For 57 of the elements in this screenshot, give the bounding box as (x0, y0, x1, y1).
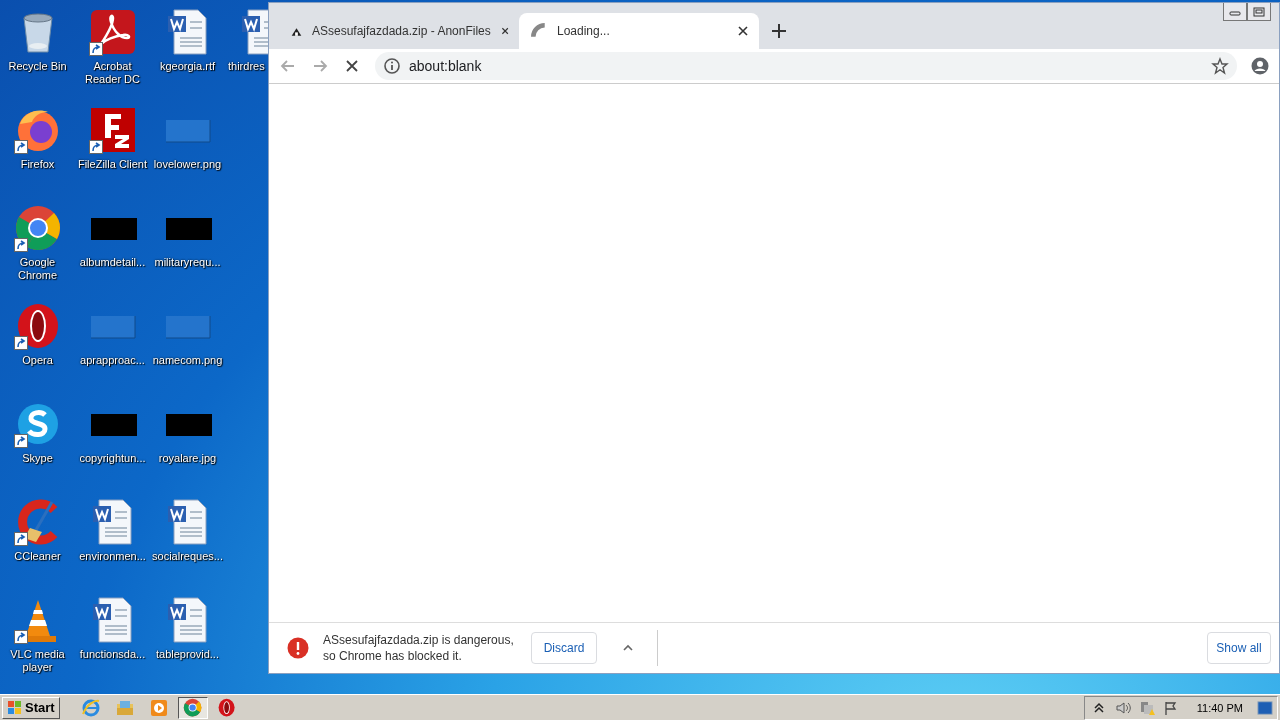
taskbar-app-button[interactable] (177, 696, 208, 719)
close-icon[interactable] (500, 25, 509, 37)
desktop-icon-label: Firefox (19, 158, 56, 171)
desktop-icon-label: aprapproac... (79, 354, 146, 367)
volume-icon[interactable] (1114, 699, 1131, 716)
shortcut-arrow-icon (13, 140, 28, 154)
shortcut-arrow-icon (88, 140, 103, 154)
close-icon[interactable] (737, 25, 749, 37)
desktop-icon-label: lovelower.png (152, 158, 223, 171)
desktop-icon-label: albumdetail... (78, 256, 147, 269)
browser-tab[interactable]: Loading... (519, 13, 759, 49)
desktop-icon-label: VLC media player (9, 648, 66, 674)
shortcut-arrow-icon (88, 42, 103, 56)
desktop-icon-label: Opera (21, 354, 54, 367)
shortcut-arrow-icon (13, 434, 28, 448)
shortcut-arrow-icon (13, 630, 28, 644)
show-desktop-icon[interactable] (1257, 699, 1273, 716)
address-bar[interactable]: about:blank (375, 52, 1237, 80)
error-icon (287, 637, 309, 659)
browser-tab[interactable]: ASsesufajfazdada.zip - AnonFiles (279, 13, 519, 49)
shortcut-arrow-icon (13, 238, 28, 252)
shortcut-arrow-icon (13, 532, 28, 546)
desktop-icon-label: kgeorgia.rtf (159, 60, 216, 73)
profile-avatar-icon[interactable] (1251, 57, 1269, 75)
desktop-icon-label: thirdres (228, 60, 265, 73)
desktop-icon-label: environmen... (78, 550, 147, 563)
desktop-icon-label: socialreques... (151, 550, 224, 563)
desktop-icon-label: namecom.png (151, 354, 224, 367)
download-warning-text: ASsesufajfazdada.zip is dangerous, so Chrome has blocked it. (323, 632, 515, 664)
app-icon[interactable] (88, 8, 137, 56)
info-icon[interactable] (383, 57, 401, 75)
flag-icon[interactable] (1162, 699, 1179, 716)
clock[interactable]: 11:40 PM (1196, 701, 1243, 714)
desktop-icon-label: functionsda... (78, 648, 147, 661)
desktop-icon-label: royalare.jpg (157, 452, 218, 465)
restore-icon[interactable] (1253, 6, 1265, 17)
desktop-icon-label: FileZilla Client (76, 158, 149, 171)
desktop-icon-label: Recycle Bin (7, 60, 68, 73)
app-icon[interactable] (88, 106, 137, 154)
restore-button[interactable] (1247, 3, 1271, 21)
app-icon[interactable] (216, 697, 237, 718)
bookmark-star-icon[interactable] (1211, 57, 1229, 75)
desktop-icon-label: copyrightun... (78, 452, 147, 465)
desktop-icon-label: tableprovid... (155, 648, 220, 661)
show-all-button[interactable]: Show all (1207, 632, 1271, 664)
shortcut-arrow-icon (13, 336, 28, 350)
discard-button[interactable]: Discard (531, 632, 597, 664)
start-button[interactable]: Start (2, 696, 60, 719)
desktop-icon-label: Acrobat Reader DC (84, 60, 141, 86)
desktop-icon-label: CCleaner (13, 550, 62, 563)
new-tab-icon[interactable] (771, 23, 787, 39)
desktop-icon-label: Google Chrome (16, 256, 59, 282)
minimize-button[interactable] (1223, 3, 1247, 21)
app-icon[interactable] (182, 697, 203, 718)
app-icon[interactable] (13, 204, 62, 252)
desktop-icon-label: militaryrequ... (153, 256, 222, 269)
desktop-icon-label: Skype (21, 452, 54, 465)
